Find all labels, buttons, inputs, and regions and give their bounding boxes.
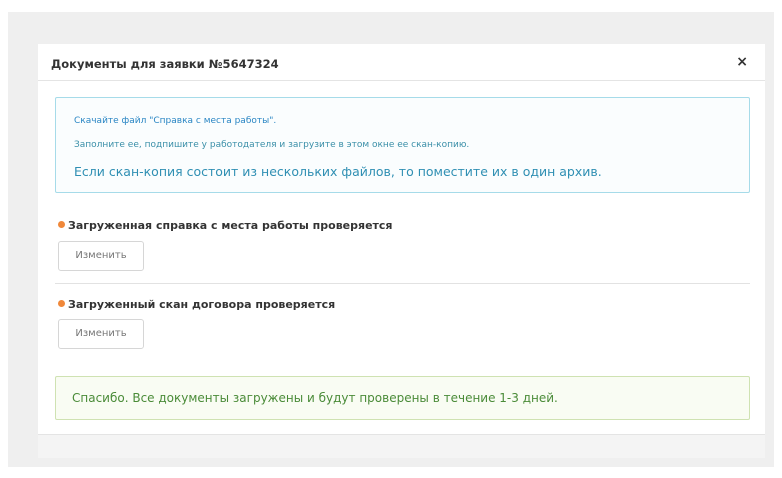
divider [55, 283, 750, 284]
success-message: Спасибо. Все документы загружены и будут… [72, 391, 558, 405]
change-document-button[interactable]: Изменить [58, 241, 144, 271]
documents-modal: Документы для заявки №5647324 × Скачайте… [38, 44, 765, 458]
modal-header: Документы для заявки №5647324 × [38, 44, 765, 81]
download-instruction-link[interactable]: Скачайте файл "Справка с места работы". [74, 116, 276, 126]
close-button[interactable]: × [736, 55, 748, 69]
document-status-row: Загруженный скан договора проверяется [58, 294, 335, 313]
modal-title: Документы для заявки №5647324 [51, 57, 279, 71]
fill-instruction-text: Заполните ее, подпишите у работодателя и… [74, 140, 470, 150]
status-dot-icon [58, 300, 65, 307]
document-status-text: Загруженный скан договора проверяется [68, 298, 336, 311]
document-status-row: Загруженная справка с места работы прове… [58, 215, 393, 234]
document-status-text: Загруженная справка с места работы прове… [68, 219, 393, 232]
modal-footer [38, 434, 765, 458]
status-dot-icon [58, 221, 65, 228]
archive-instruction-text: Если скан-копия состоит из нескольких фа… [74, 164, 602, 179]
info-alert: Скачайте файл "Справка с места работы". … [55, 97, 750, 193]
success-alert: Спасибо. Все документы загружены и будут… [55, 376, 750, 420]
change-document-button[interactable]: Изменить [58, 319, 144, 349]
